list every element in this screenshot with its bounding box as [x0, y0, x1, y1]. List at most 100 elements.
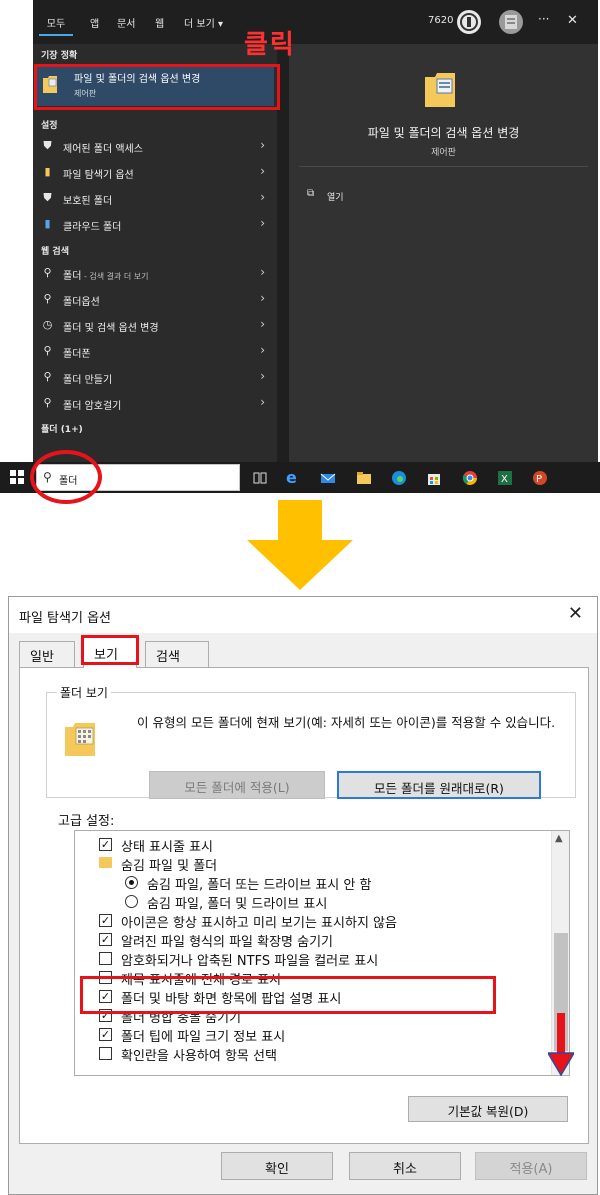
search-icon: ⚲: [43, 370, 52, 383]
highlight-box-always-show-icons: [80, 976, 496, 1014]
filter-tab-documents[interactable]: 문서: [117, 15, 135, 30]
checkbox[interactable]: ✓: [99, 1028, 112, 1041]
file-explorer-icon[interactable]: [356, 470, 372, 486]
scroll-up-icon[interactable]: ▲: [555, 833, 563, 844]
web-item-folder-phone[interactable]: ⚲ 폴더폰 ›: [33, 339, 277, 363]
adv-item-show-hidden[interactable]: 숨김 파일, 폴더 및 드라이브 표시: [75, 892, 551, 912]
ok-button[interactable]: 확인: [221, 1152, 333, 1180]
chevron-right-icon: ›: [260, 317, 265, 331]
adv-item-dont-show-hidden[interactable]: 숨김 파일, 폴더 또는 드라이브 표시 안 함: [75, 873, 551, 893]
settings-item-protected-folders[interactable]: ⛊ 보호된 폴더 ›: [33, 186, 277, 210]
filter-tab-more[interactable]: 더 보기 ▾: [184, 15, 223, 30]
edge-browser-icon[interactable]: [391, 470, 407, 486]
view-tab-panel: 폴더 보기 이 유형의 모든 폴더에 현재 보기(예: 자세히 또는 아이콘)를…: [19, 667, 589, 1144]
folder-icon: ▮: [44, 165, 51, 178]
recent-search-icon: ◷: [42, 318, 53, 331]
highlight-box-best-match: [34, 64, 280, 110]
radio-button[interactable]: [125, 876, 138, 889]
folder-view-label: 폴더 보기: [57, 684, 111, 701]
divider: [299, 166, 588, 167]
avatar[interactable]: [499, 10, 523, 34]
open-action[interactable]: 열기: [327, 190, 344, 203]
open-icon: ⧉: [307, 188, 315, 199]
filter-tab-apps[interactable]: 앱: [90, 15, 99, 30]
restore-defaults-button[interactable]: 기본값 복원(D): [408, 1096, 568, 1122]
filter-tab-all[interactable]: 모두: [39, 8, 73, 36]
reset-all-folders-button[interactable]: 모든 폴더를 원래대로(R): [337, 771, 541, 799]
task-view-icon[interactable]: [252, 470, 268, 486]
web-item-folder[interactable]: ⚲ 폴더 - 검색 결과 더 보기 ›: [33, 261, 277, 285]
settings-item-controlled-folder-access[interactable]: ⛊ 제어된 폴더 액세스 ›: [33, 134, 277, 158]
search-icon: ⚲: [43, 344, 52, 357]
checkbox[interactable]: [99, 1047, 112, 1060]
chevron-right-icon: ›: [260, 265, 265, 279]
chevron-right-icon: ›: [260, 395, 265, 409]
result-preview-pane: 파일 및 폴더의 검색 옵션 변경 제어판 ⧉ 열기: [289, 44, 598, 462]
search-icon: ⚲: [43, 396, 52, 409]
apply-button[interactable]: 적용(A): [475, 1152, 587, 1180]
preview-title: 파일 및 폴더의 검색 옵션 변경: [367, 126, 520, 140]
preview-subtitle: 제어판: [431, 148, 456, 158]
tab-general[interactable]: 일반: [19, 641, 75, 667]
web-item-folder-options[interactable]: ⚲ 폴더옵션 ›: [33, 287, 277, 311]
shield-icon: ⛊: [43, 191, 52, 204]
checkbox[interactable]: ✓: [99, 838, 112, 851]
chrome-icon[interactable]: [462, 470, 478, 486]
close-icon[interactable]: ✕: [567, 13, 578, 28]
mail-icon[interactable]: [320, 470, 336, 486]
advanced-settings-list[interactable]: ✓ 상태 표시줄 표시 숨김 파일 및 폴더 숨김 파일, 폴더 또는 드라이브…: [74, 830, 570, 1076]
file-explorer-options-dialog: 파일 탐색기 옵션 ✕ 일반 보기 검색 폴더 보기 이 유형의 모든 폴더에 …: [8, 596, 598, 1195]
svg-text:P: P: [536, 474, 542, 485]
checkbox[interactable]: [99, 952, 112, 965]
best-match-heading: 기장 정확: [41, 51, 78, 61]
settings-item-cloud-folders[interactable]: ▮ 클라우드 폴더 ›: [33, 212, 277, 236]
search-icon: ⚲: [43, 266, 52, 279]
adv-item-show-status-bar[interactable]: ✓ 상태 표시줄 표시: [75, 835, 551, 855]
tab-search[interactable]: 검색: [145, 641, 209, 667]
folder-view-group: 폴더 보기 이 유형의 모든 폴더에 현재 보기(예: 자세히 또는 아이콘)를…: [46, 684, 576, 799]
powerpoint-icon[interactable]: P: [532, 470, 548, 486]
shield-icon: ⛊: [43, 139, 52, 152]
store-icon[interactable]: [426, 470, 442, 486]
chevron-right-icon: ›: [260, 164, 265, 178]
folder-options-icon: [425, 73, 455, 107]
adv-item-folder-tip-size[interactable]: ✓ 폴더 팁에 파일 크기 정보 표시: [75, 1025, 551, 1045]
more-options-icon[interactable]: ···: [538, 12, 549, 26]
rewards-icon[interactable]: [457, 10, 481, 34]
start-search-screenshot: 모두 앱 문서 웹 더 보기 ▾ 7620 ··· ✕ 기장 정확 파일 및 폴…: [0, 0, 600, 504]
adv-item-hide-extensions[interactable]: ✓ 알려진 파일 형식의 파일 확장명 숨기기: [75, 930, 551, 950]
web-item-make-folder[interactable]: ⚲ 폴더 만들기 ›: [33, 365, 277, 389]
cancel-button[interactable]: 취소: [349, 1152, 461, 1180]
click-annotation: 클릭: [244, 30, 296, 60]
dialog-title: 파일 탐색기 옵션: [19, 611, 111, 626]
excel-icon[interactable]: X: [497, 470, 513, 486]
highlight-box-view-tab: [81, 635, 139, 665]
settings-heading: 설정: [41, 121, 58, 131]
chevron-right-icon: ›: [260, 138, 265, 152]
checkbox[interactable]: ✓: [99, 914, 112, 927]
chevron-right-icon: ›: [260, 190, 265, 204]
down-arrow-icon: [247, 500, 353, 590]
web-search-heading: 웹 검색: [41, 247, 69, 257]
folder-view-icon: [65, 723, 95, 756]
search-icon: ⚲: [43, 292, 52, 305]
folder-icon: [99, 857, 112, 868]
adv-item-always-show-icons[interactable]: ✓ 아이콘은 항상 표시하고 미리 보기는 표시하지 않음: [75, 911, 551, 931]
settings-item-file-explorer-options[interactable]: ▮ 파일 탐색기 옵션 ›: [33, 160, 277, 184]
filter-bar: 모두 앱 문서 웹 더 보기 ▾ 7620 ··· ✕: [33, 0, 598, 44]
web-item-folder-password[interactable]: ⚲ 폴더 암호걸기 ›: [33, 391, 277, 415]
scroll-down-arrow-annotation-icon: [548, 1013, 574, 1077]
adv-item-use-checkboxes[interactable]: 확인란을 사용하여 항목 선택: [75, 1044, 551, 1064]
close-icon[interactable]: ✕: [568, 603, 583, 624]
adv-item-ntfs-color[interactable]: 암호화되거나 압축된 NTFS 파일을 컬러로 표시: [75, 949, 551, 969]
windows-start-icon[interactable]: [10, 470, 24, 484]
internet-explorer-icon[interactable]: e: [286, 470, 302, 486]
folder-view-description: 이 유형의 모든 폴더에 현재 보기(예: 자세히 또는 아이콘)를 적용할 수…: [137, 715, 556, 730]
folders-heading: 폴더 (1+): [41, 425, 83, 435]
checkbox[interactable]: ✓: [99, 933, 112, 946]
advanced-settings-label: 고급 설정:: [58, 814, 115, 829]
web-item-change-folder-search-options[interactable]: ◷ 폴더 및 검색 옵션 변경 ›: [33, 313, 277, 337]
apply-to-all-folders-button[interactable]: 모든 폴더에 적용(L): [149, 771, 325, 799]
radio-button[interactable]: [125, 895, 138, 908]
filter-tab-web[interactable]: 웹: [155, 15, 164, 30]
